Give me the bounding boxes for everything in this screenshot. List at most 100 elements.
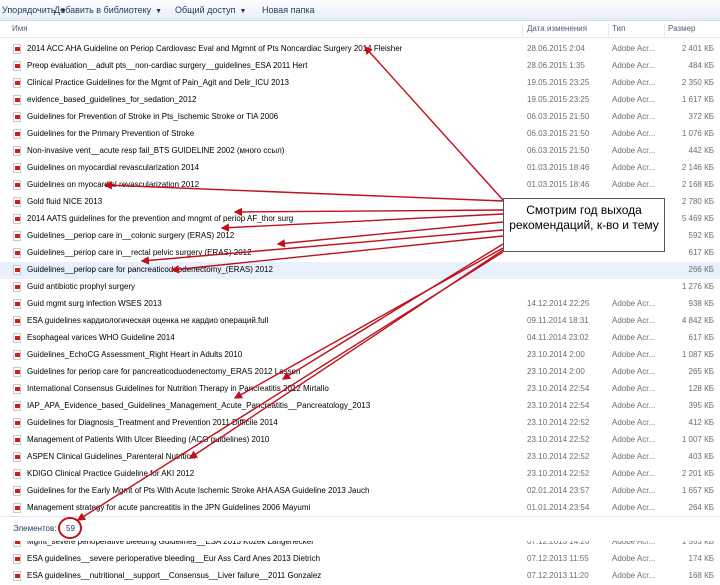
file-row[interactable]: Guidelines_EchoCG Assessment_Right Heart… — [0, 347, 720, 364]
column-divider[interactable] — [608, 23, 609, 36]
share-label: Общий доступ — [175, 5, 236, 15]
pdf-file-icon — [13, 469, 21, 479]
file-name: ESA guidelines__severe perioperative ble… — [27, 554, 321, 563]
column-header-name[interactable]: Имя — [12, 24, 28, 34]
file-type: Adobe Acr... — [612, 316, 656, 325]
file-name: Esophageal varices WHO Guideline 2014 — [27, 333, 175, 342]
column-divider[interactable] — [522, 23, 523, 36]
file-size: 1 617 КБ — [681, 95, 714, 104]
file-name: Guidelines for Diagnosis_Treatment and P… — [27, 418, 278, 427]
share-button[interactable]: Общий доступ ▼ — [175, 4, 246, 16]
file-row[interactable]: Guidelines on myocardial revascularizati… — [0, 177, 720, 194]
column-header-size[interactable]: Размер — [668, 24, 696, 34]
file-type: Adobe Acr... — [612, 180, 656, 189]
file-date: 01.01.2014 23:54 — [527, 503, 590, 512]
file-date: 23.10.2014 22:52 — [527, 418, 590, 427]
file-name: 2014 AATS guidelines for the prevention … — [27, 214, 294, 223]
file-date: 06.03.2015 21:50 — [527, 146, 590, 155]
file-date: 04.11.2014 23:02 — [527, 333, 589, 342]
file-size: 2 201 КБ — [681, 469, 714, 478]
file-type: Adobe Acr... — [612, 44, 656, 53]
file-type: Adobe Acr... — [612, 350, 656, 359]
file-row[interactable]: Guidelines for Prevention of Stroke in P… — [0, 109, 720, 126]
file-row[interactable]: Clinical Practice Guidelines for the Mgm… — [0, 75, 720, 92]
file-date: 28.06.2015 2:04 — [527, 44, 585, 53]
file-size: 174 КБ — [688, 554, 714, 563]
file-name: Guid mgmt surg infection WSES 2013 — [27, 299, 162, 308]
file-type: Adobe Acr... — [612, 384, 656, 393]
file-name: Guidelines for the Primary Prevention of… — [27, 129, 195, 138]
file-row[interactable]: Guid antibiotic prophyl surgery 1 276 КБ — [0, 279, 720, 296]
file-row[interactable]: Management strategy for acute pancreatit… — [0, 500, 720, 517]
file-size: 617 КБ — [688, 333, 714, 342]
file-row[interactable]: Preop evaluation__adult pts__non-cardiac… — [0, 58, 720, 75]
pdf-file-icon — [13, 146, 21, 156]
file-date: 23.10.2014 22:52 — [527, 452, 590, 461]
file-type: Adobe Acr... — [612, 129, 656, 138]
file-row[interactable]: ESA guidelines__severe perioperative ble… — [0, 551, 720, 568]
file-row[interactable]: ASPEN Clinical Guidelines_Parenteral Nut… — [0, 449, 720, 466]
pdf-file-icon — [13, 214, 21, 224]
chevron-down-icon: ▼ — [239, 8, 247, 15]
pdf-file-icon — [13, 333, 21, 343]
pdf-file-icon — [13, 44, 21, 54]
pdf-file-icon — [13, 61, 21, 71]
file-row[interactable]: Guidelines on myocardial revascularizati… — [0, 160, 720, 177]
file-row[interactable]: Guidelines for the Primary Prevention of… — [0, 126, 720, 143]
file-row[interactable]: 2014 ACC AHA Guideline on Periop Cardiov… — [0, 41, 720, 58]
file-size: 1 007 КБ — [681, 435, 714, 444]
file-date: 01.03.2015 18:46 — [527, 180, 590, 189]
file-row[interactable]: Esophageal varices WHO Guideline 2014 04.… — [0, 330, 720, 347]
file-date: 14.12.2014 22:25 — [527, 299, 590, 308]
file-date: 01.03.2015 18:46 — [527, 163, 590, 172]
pdf-file-icon — [13, 571, 21, 581]
file-size: 592 КБ — [688, 231, 714, 240]
file-name: ESA guidelines__nutritional__support__Co… — [27, 571, 322, 580]
file-type: Adobe Acr... — [612, 78, 656, 87]
file-date: 07.12.2013 11:20 — [527, 571, 589, 580]
column-header-date[interactable]: Дата изменения — [527, 24, 587, 34]
file-row[interactable]: IAP_APA_Evidence_based_Guidelines_Manage… — [0, 398, 720, 415]
column-header-type[interactable]: Тип — [612, 24, 625, 34]
file-name: Guidelines on myocardial revascularizati… — [27, 180, 200, 189]
file-name: Clinical Practice Guidelines for the Mgm… — [27, 78, 289, 87]
file-size: 2 401 КБ — [681, 44, 714, 53]
pdf-file-icon — [13, 95, 21, 105]
file-row[interactable]: Guidelines for the Early Mgmt of Pts Wit… — [0, 483, 720, 500]
file-name: Non-invasive vent__acute resp fail_BTS G… — [27, 146, 285, 155]
file-date: 02.01.2014 23:57 — [527, 486, 590, 495]
file-name: ESA guidelines кардиологическая оценка н… — [27, 316, 269, 325]
add-to-library-button[interactable]: Добавить в библиотеку ▼ — [54, 4, 162, 16]
file-row[interactable]: Management of Patients With Ulcer Bleedi… — [0, 432, 720, 449]
file-row[interactable]: International Consensus Guidelines for N… — [0, 381, 720, 398]
file-row[interactable]: Guidelines for periop care for pancreati… — [0, 364, 720, 381]
pdf-file-icon — [13, 129, 21, 139]
file-size: 484 КБ — [688, 61, 714, 70]
file-row[interactable]: KDIGO Clinical Practice Guideline for AK… — [0, 466, 720, 483]
file-row[interactable]: evidence_based_guidelines_for_sedation_2… — [0, 92, 720, 109]
file-date: 23.10.2014 22:52 — [527, 469, 590, 478]
pdf-file-icon — [13, 367, 21, 377]
new-folder-button[interactable]: Новая папка — [262, 4, 314, 16]
file-row[interactable]: Guidelines__periop care for pancreaticod… — [0, 262, 720, 279]
file-row[interactable]: Non-invasive vent__acute resp fail_BTS G… — [0, 143, 720, 160]
pdf-file-icon — [13, 554, 21, 564]
column-divider[interactable] — [664, 23, 665, 36]
file-size: 2 780 КБ — [681, 197, 714, 206]
pdf-file-icon — [13, 197, 21, 207]
file-size: 938 КБ — [688, 299, 714, 308]
file-size: 128 КБ — [688, 384, 714, 393]
file-row[interactable]: ESA guidelines__nutritional__support__Co… — [0, 568, 720, 585]
file-type: Adobe Acr... — [612, 469, 656, 478]
file-row[interactable]: ESA guidelines кардиологическая оценка н… — [0, 313, 720, 330]
file-size: 617 КБ — [688, 248, 714, 257]
file-row[interactable]: Guid mgmt surg infection WSES 2013 14.12.… — [0, 296, 720, 313]
pdf-file-icon — [13, 418, 21, 428]
file-row[interactable]: Guidelines for Diagnosis_Treatment and P… — [0, 415, 720, 432]
file-size: 5 469 КБ — [681, 214, 714, 223]
file-name: Management of Patients With Ulcer Bleedi… — [27, 435, 270, 444]
pdf-file-icon — [13, 452, 21, 462]
item-count-value: 59 — [66, 524, 75, 533]
file-name: Guidelines for Prevention of Stroke in P… — [27, 112, 279, 121]
file-name: Management strategy for acute pancreatit… — [27, 503, 311, 512]
